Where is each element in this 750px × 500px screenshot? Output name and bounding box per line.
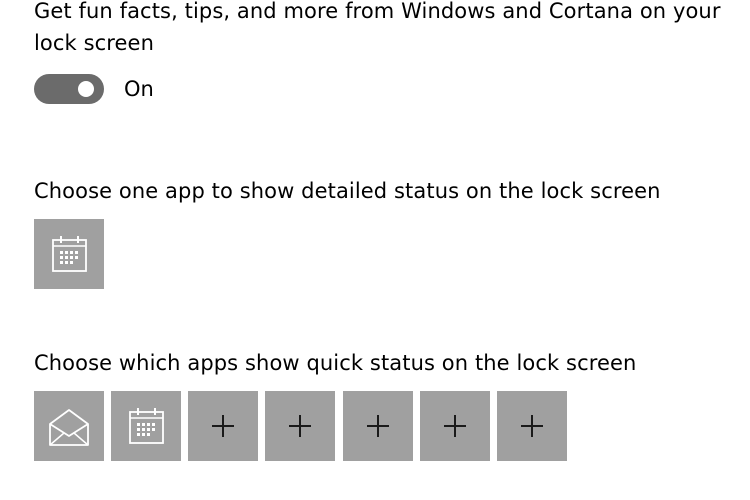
plus-icon <box>367 415 389 437</box>
toggle-knob <box>78 81 94 97</box>
quick-status-add-slot[interactable] <box>420 391 490 461</box>
fun-facts-toggle[interactable] <box>34 74 104 104</box>
plus-icon <box>521 415 543 437</box>
quick-status-add-slot[interactable] <box>343 391 413 461</box>
plus-icon <box>444 415 466 437</box>
quick-status-heading: Choose which apps show quick status on t… <box>34 351 637 375</box>
quick-status-add-slot[interactable] <box>497 391 567 461</box>
detailed-status-app-tile[interactable] <box>34 219 104 289</box>
toggle-state-label: On <box>124 77 154 101</box>
quick-status-tile-calendar[interactable] <box>111 391 181 461</box>
mail-icon <box>49 409 89 446</box>
fun-facts-description-line1: Get fun facts, tips, and more from Windo… <box>34 0 721 23</box>
calendar-icon <box>129 408 164 444</box>
quick-status-add-slot[interactable] <box>188 391 258 461</box>
detailed-status-heading: Choose one app to show detailed status o… <box>34 179 661 203</box>
quick-status-tile-mail[interactable] <box>34 391 104 461</box>
quick-status-add-slot[interactable] <box>265 391 335 461</box>
fun-facts-description-line2: lock screen <box>34 31 154 55</box>
plus-icon <box>289 415 311 437</box>
plus-icon <box>212 415 234 437</box>
calendar-icon <box>52 236 87 272</box>
